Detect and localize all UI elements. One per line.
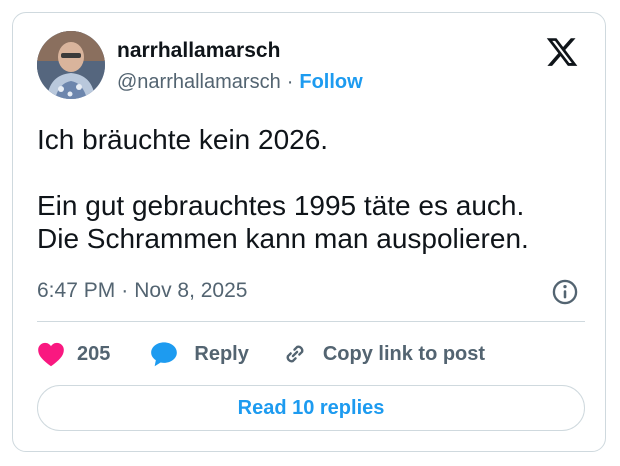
x-logo-icon[interactable] <box>545 35 579 69</box>
heart-icon <box>38 342 64 367</box>
avatar[interactable] <box>37 31 105 99</box>
speech-bubble-icon <box>151 342 178 367</box>
link-icon <box>286 345 304 363</box>
separator-dot: · <box>286 71 294 93</box>
reply-button[interactable]: Reply <box>150 341 249 367</box>
tweet-card: narrhallamarsch @narrhallamarsch · Follow … <box>12 12 606 452</box>
tweet-line: Ein gut gebrauchtes 1995 täte es auch. <box>37 190 525 221</box>
tweet-time: 6:47 PM <box>37 279 116 302</box>
tweet-line: Ich bräuchte kein 2026. <box>37 124 329 155</box>
info-icon[interactable] <box>551 278 579 306</box>
follow-button[interactable]: Follow <box>299 71 362 93</box>
handle-row: @narrhallamarsch · Follow <box>117 71 363 94</box>
timestamp[interactable]: 6:47 PM · Nov 8, 2025 <box>37 279 247 303</box>
divider <box>37 321 585 322</box>
like-button[interactable]: 205 <box>37 341 110 367</box>
action-bar: 205 Reply Copy link to post <box>37 337 485 371</box>
avatar-photo <box>37 31 105 99</box>
like-count: 205 <box>77 342 111 365</box>
tweet-date: Nov 8, 2025 <box>134 279 248 302</box>
read-replies-button[interactable]: Read 10 replies <box>37 385 585 431</box>
tweet-text: Ich bräuchte kein 2026. Ein gut gebrauch… <box>37 123 585 255</box>
user-handle[interactable]: @narrhallamarsch <box>117 71 281 93</box>
copy-link-button[interactable]: Copy link to post <box>281 340 485 368</box>
reply-label: Reply <box>194 342 249 365</box>
display-name[interactable]: narrhallamarsch <box>117 39 280 63</box>
separator-dot: · <box>121 279 129 302</box>
copy-link-label: Copy link to post <box>322 342 486 365</box>
tweet-line: Die Schrammen kann man auspolieren. <box>37 223 529 254</box>
